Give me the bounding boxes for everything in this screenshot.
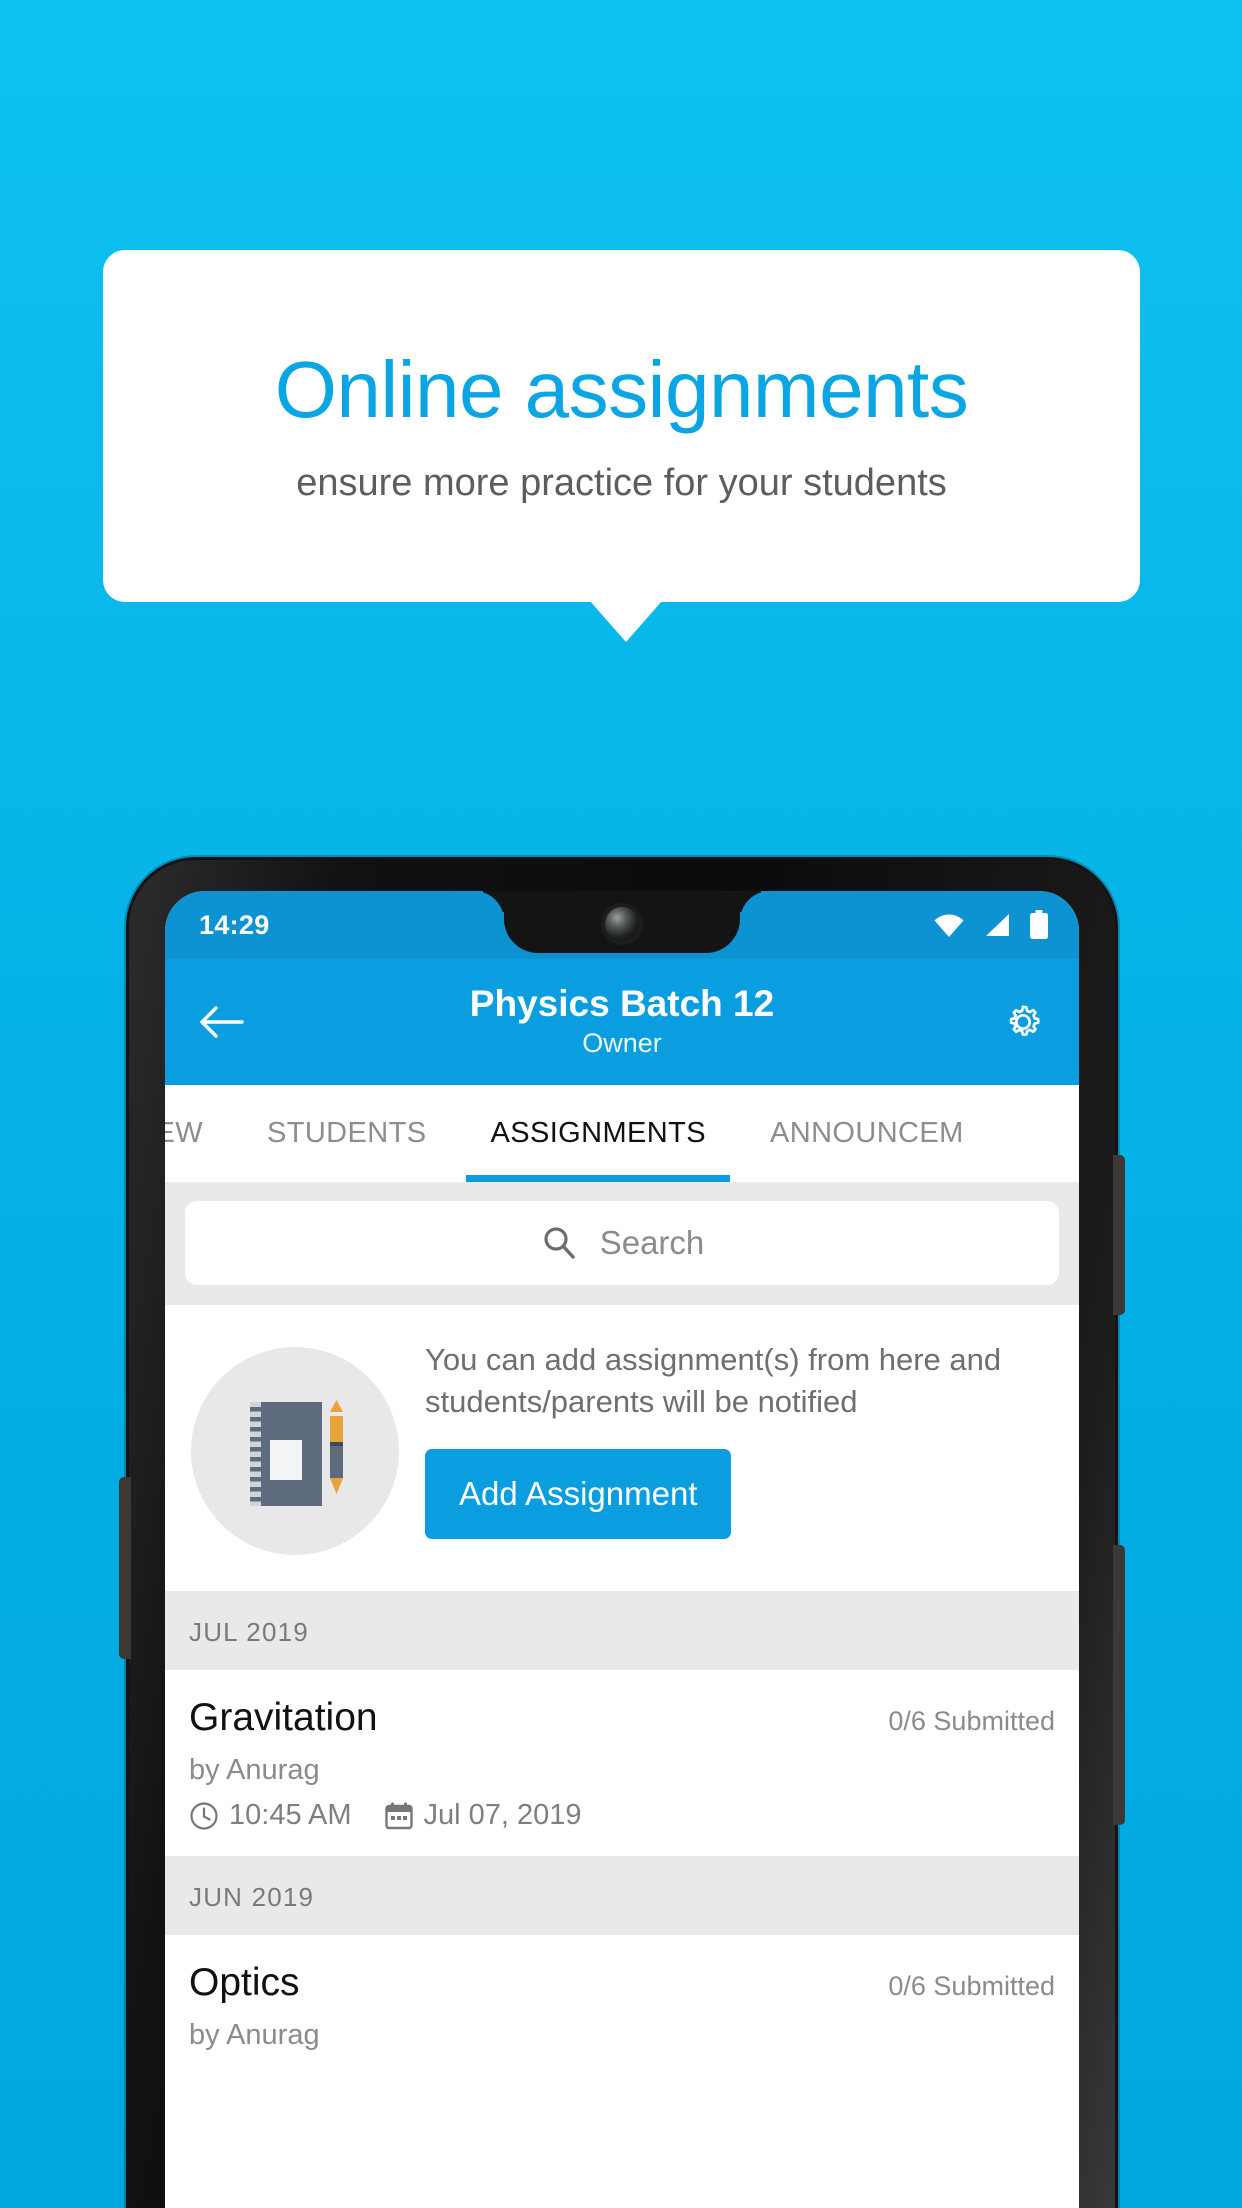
add-assignment-button[interactable]: Add Assignment [425, 1448, 732, 1539]
list-item[interactable]: Gravitation 0/6 Submitted by Anurag 10:4… [165, 1670, 1079, 1856]
list-item[interactable]: Optics 0/6 Submitted by Anurag [165, 1935, 1079, 2076]
app-bar-titles: Physics Batch 12 Owner [165, 983, 1079, 1061]
search-placeholder: Search [599, 1224, 705, 1261]
phone-left-button[interactable] [119, 1477, 131, 1659]
assignment-title: Optics [189, 1961, 300, 2004]
page-title: Physics Batch 12 [469, 983, 775, 1025]
search-input[interactable]: Search [185, 1201, 1059, 1285]
back-button[interactable] [193, 994, 249, 1050]
tab-students[interactable]: STUDENTS [235, 1085, 459, 1182]
assignment-author: by Anurag [189, 2019, 320, 2051]
gear-icon [998, 997, 1048, 1047]
phone-notch [504, 891, 740, 953]
assignment-time: 10:45 AM [229, 1799, 352, 1831]
clock-icon [189, 1801, 219, 1831]
settings-button[interactable] [995, 994, 1051, 1050]
section-header-jun-2019: JUN 2019 [165, 1856, 1079, 1935]
battery-icon [1029, 910, 1049, 940]
back-arrow-icon [198, 1004, 244, 1040]
calendar-icon [384, 1801, 414, 1831]
notebook-and-pen-icon [191, 1347, 399, 1555]
phone-power-button[interactable] [1113, 1545, 1125, 1825]
assignment-date: Jul 07, 2019 [423, 1799, 582, 1831]
tab-announcements-label: ANNOUNCEM [769, 1117, 964, 1149]
phone-volume-button[interactable] [1113, 1155, 1125, 1315]
page-subtitle: Owner [582, 1027, 662, 1058]
status-bar: 14:29 [165, 891, 1079, 959]
phone-mockup: 14:29 Physics Batch 12 Owner W STUDENTS … [119, 857, 1125, 2208]
tab-bar: IEW STUDENTS ASSIGNMENTS ANNOUNCEM [165, 1085, 1079, 1183]
status-bar-icons [933, 910, 1049, 940]
search-icon [540, 1224, 578, 1262]
app-bar: Physics Batch 12 Owner [165, 959, 1079, 1085]
promo-bubble: Online assignments ensure more practice … [103, 250, 1140, 602]
tab-announcements[interactable]: ANNOUNCEM [738, 1085, 996, 1182]
cellular-signal-icon [983, 912, 1011, 938]
assignment-meta-row: 10:45 AM Jul 07, 2019 [189, 1799, 1055, 1832]
assignment-header-row: Gravitation 0/6 Submitted [189, 1696, 1055, 1740]
assignment-submitted-count: 0/6 Submitted [888, 1971, 1055, 2001]
assignment-header-row: Optics 0/6 Submitted [189, 1961, 1055, 2005]
phone-screen: 14:29 Physics Batch 12 Owner W STUDENTS … [165, 891, 1079, 2208]
assignment-submitted-count: 0/6 Submitted [888, 1706, 1055, 1736]
tab-overview[interactable]: IEW [165, 1085, 235, 1182]
empty-state-text: You can add assignment(s) from here and … [425, 1342, 1002, 1419]
tab-assignments-label: ASSIGNMENTS [490, 1117, 706, 1149]
empty-state-content: You can add assignment(s) from here and … [425, 1333, 1053, 1539]
section-header-jul-2019: JUL 2019 [165, 1591, 1079, 1670]
promo-bubble-tail [590, 601, 662, 642]
assignment-title: Gravitation [189, 1696, 378, 1739]
assignment-author: by Anurag [189, 1754, 320, 1786]
empty-state-card: You can add assignment(s) from here and … [165, 1305, 1079, 1591]
tab-overview-label: IEW [165, 1117, 203, 1149]
tab-students-label: STUDENTS [266, 1117, 427, 1149]
wifi-icon [933, 912, 965, 938]
front-camera-icon [605, 907, 639, 941]
status-bar-clock: 14:29 [199, 909, 270, 940]
search-bar-container: Search [165, 1183, 1079, 1305]
promo-title: Online assignments [274, 345, 969, 434]
tab-assignments[interactable]: ASSIGNMENTS [458, 1085, 738, 1182]
promo-subtitle: ensure more practice for your students [296, 462, 947, 504]
